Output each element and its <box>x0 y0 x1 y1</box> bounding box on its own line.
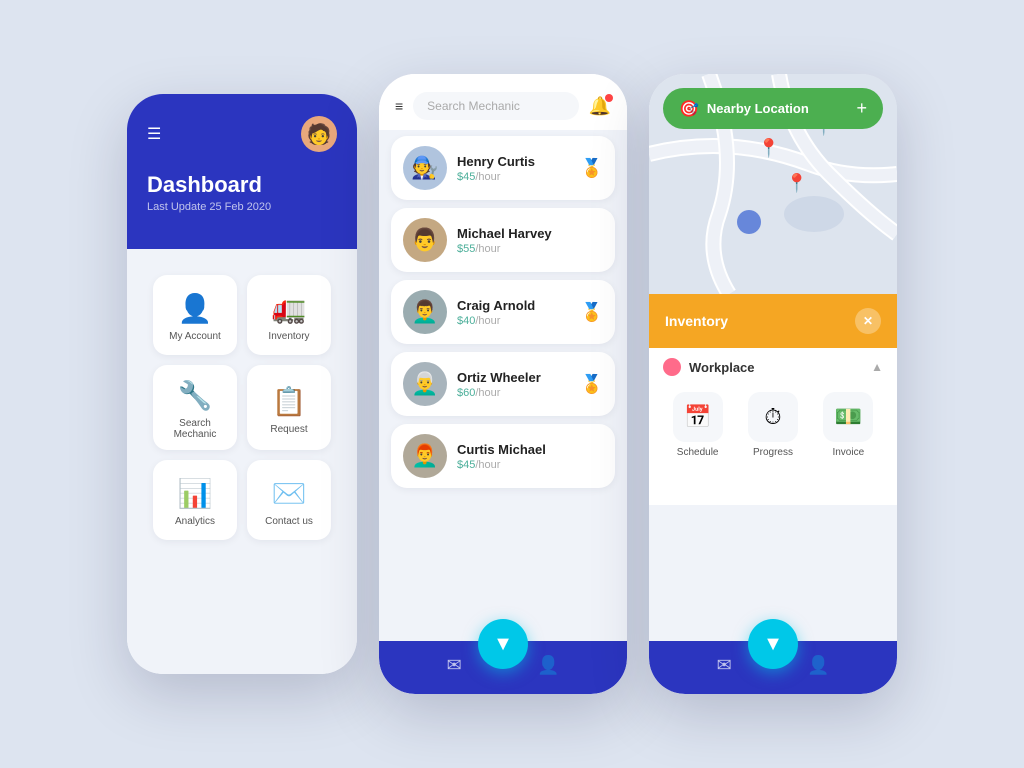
dashboard-header: ☰ 🧑 Dashboard Last Update 25 Feb 2020 <box>127 94 357 249</box>
dashboard-title: Dashboard <box>147 172 337 198</box>
grid-item-my-account[interactable]: 👤 My Account <box>153 275 237 355</box>
search-mechanic-phone: ≡ Search Mechanic 🔔 🧑‍🔧 Henry Curtis $45… <box>379 74 627 694</box>
mechanic-card[interactable]: 👨‍🦰 Curtis Michael $45/hour <box>391 424 615 488</box>
map-area: 📍 📍 📍 🎯 Nearby Location + <box>649 74 897 294</box>
my-account-label: My Account <box>169 331 221 342</box>
analytics-icon: 📊 <box>178 477 213 510</box>
filter-fab-button[interactable]: ▼ <box>478 619 528 669</box>
mechanic-rate: $45/hour <box>457 459 603 471</box>
progress-icon: ⏱ <box>748 392 798 442</box>
schedule-label: Schedule <box>677 447 719 458</box>
mechanic-name: Michael Harvey <box>457 226 603 241</box>
person-nav-icon[interactable]: 👤 <box>537 655 559 676</box>
mechanic-avatar: 👨‍🦳 <box>403 362 447 406</box>
mechanic-card[interactable]: 👨‍🦳 Ortiz Wheeler $60/hour 🏅 <box>391 352 615 416</box>
inventory-close-button[interactable]: ✕ <box>855 308 881 334</box>
analytics-label: Analytics <box>175 516 215 527</box>
notification-dot <box>605 94 613 102</box>
mechanic-info: Henry Curtis $45/hour <box>457 154 571 183</box>
contact-us-label: Contact us <box>265 516 313 527</box>
workplace-icons: 📅 Schedule ⏱ Progress 💵 Invoice <box>663 388 883 462</box>
badge-icon: 🏅 <box>581 374 603 395</box>
mechanic-avatar: 🧑‍🔧 <box>403 146 447 190</box>
mechanic-rate: $60/hour <box>457 387 571 399</box>
invoice-icon: 💵 <box>823 392 873 442</box>
mechanic-name: Curtis Michael <box>457 442 603 457</box>
bottom-nav-map: ✉ ▼ 👤 <box>649 641 897 694</box>
search-header: ≡ Search Mechanic 🔔 <box>379 74 627 130</box>
avatar[interactable]: 🧑 <box>301 116 337 152</box>
schedule-icon: 📅 <box>673 392 723 442</box>
location-icon: 🎯 <box>679 99 699 119</box>
search-mechanic-icon: 🔧 <box>178 379 213 412</box>
search-mechanic-label: Search Mechanic <box>163 418 227 440</box>
mechanic-rate: $55/hour <box>457 243 603 255</box>
progress-label: Progress <box>753 447 793 458</box>
search-input[interactable]: Search Mechanic <box>413 92 578 120</box>
workplace-title: Workplace <box>689 360 863 375</box>
workplace-section: Workplace ▲ 📅 Schedule ⏱ Progress 💵 Invo… <box>649 348 897 505</box>
contact-us-icon: ✉️ <box>272 477 307 510</box>
inventory-bar[interactable]: Inventory ✕ <box>649 294 897 348</box>
invoice-label: Invoice <box>832 447 864 458</box>
bell-icon[interactable]: 🔔 <box>589 96 611 117</box>
mechanic-avatar: 👨 <box>403 218 447 262</box>
badge-icon: 🏅 <box>581 302 603 323</box>
mechanic-name: Craig Arnold <box>457 298 571 313</box>
person-nav-icon-map[interactable]: 👤 <box>807 655 829 676</box>
mail-nav-icon[interactable]: ✉ <box>447 655 462 676</box>
filter-fab-button-map[interactable]: ▼ <box>748 619 798 669</box>
inventory-label: Inventory <box>665 313 728 329</box>
bottom-nav: ✉ ▼ 👤 <box>379 641 627 694</box>
workplace-item-schedule[interactable]: 📅 Schedule <box>673 392 723 458</box>
dashboard-grid: 👤 My Account 🚛 Inventory 🔧 Search Mechan… <box>139 261 345 554</box>
mechanic-info: Michael Harvey $55/hour <box>457 226 603 255</box>
mechanic-card[interactable]: 🧑‍🔧 Henry Curtis $45/hour 🏅 <box>391 136 615 200</box>
badge-icon: 🏅 <box>581 158 603 179</box>
grid-item-request[interactable]: 📋 Request <box>247 365 331 450</box>
mechanic-rate: $40/hour <box>457 315 571 327</box>
request-icon: 📋 <box>272 385 307 418</box>
my-account-icon: 👤 <box>178 292 213 325</box>
dashboard-subtitle: Last Update 25 Feb 2020 <box>147 201 337 213</box>
menu-icon[interactable]: ≡ <box>395 98 403 114</box>
nearby-label: Nearby Location <box>707 101 809 116</box>
grid-item-inventory[interactable]: 🚛 Inventory <box>247 275 331 355</box>
inventory-label: Inventory <box>268 331 309 342</box>
mechanic-name: Henry Curtis <box>457 154 571 169</box>
map-inventory-phone: 📍 📍 📍 🎯 Nearby Location + Inventory ✕ <box>649 74 897 694</box>
nearby-location-button[interactable]: 🎯 Nearby Location + <box>663 88 883 129</box>
svg-text:📍: 📍 <box>758 137 780 158</box>
mechanic-list: 🧑‍🔧 Henry Curtis $45/hour 🏅 👨 Michael Ha… <box>379 130 627 641</box>
grid-item-search-mechanic[interactable]: 🔧 Search Mechanic <box>153 365 237 450</box>
mechanic-info: Craig Arnold $40/hour <box>457 298 571 327</box>
grid-item-contact-us[interactable]: ✉️ Contact us <box>247 460 331 540</box>
svg-text:📍: 📍 <box>786 172 808 193</box>
grid-item-analytics[interactable]: 📊 Analytics <box>153 460 237 540</box>
mechanic-name: Ortiz Wheeler <box>457 370 571 385</box>
chevron-up-icon[interactable]: ▲ <box>871 360 883 374</box>
mechanic-avatar: 👨‍🦱 <box>403 290 447 334</box>
mechanic-card[interactable]: 👨 Michael Harvey $55/hour <box>391 208 615 272</box>
workplace-dot <box>663 358 681 376</box>
mail-nav-icon-map[interactable]: ✉ <box>717 655 732 676</box>
inventory-icon: 🚛 <box>272 292 307 325</box>
mechanic-card[interactable]: 👨‍🦱 Craig Arnold $40/hour 🏅 <box>391 280 615 344</box>
mechanic-avatar: 👨‍🦰 <box>403 434 447 478</box>
workplace-item-progress[interactable]: ⏱ Progress <box>748 392 798 458</box>
mechanic-rate: $45/hour <box>457 171 571 183</box>
mechanic-info: Ortiz Wheeler $60/hour <box>457 370 571 399</box>
hamburger-icon[interactable]: ☰ <box>147 124 161 144</box>
mechanic-info: Curtis Michael $45/hour <box>457 442 603 471</box>
dashboard-phone: ☰ 🧑 Dashboard Last Update 25 Feb 2020 👤 … <box>127 94 357 674</box>
workplace-item-invoice[interactable]: 💵 Invoice <box>823 392 873 458</box>
plus-icon: + <box>856 98 867 119</box>
request-label: Request <box>270 424 307 435</box>
